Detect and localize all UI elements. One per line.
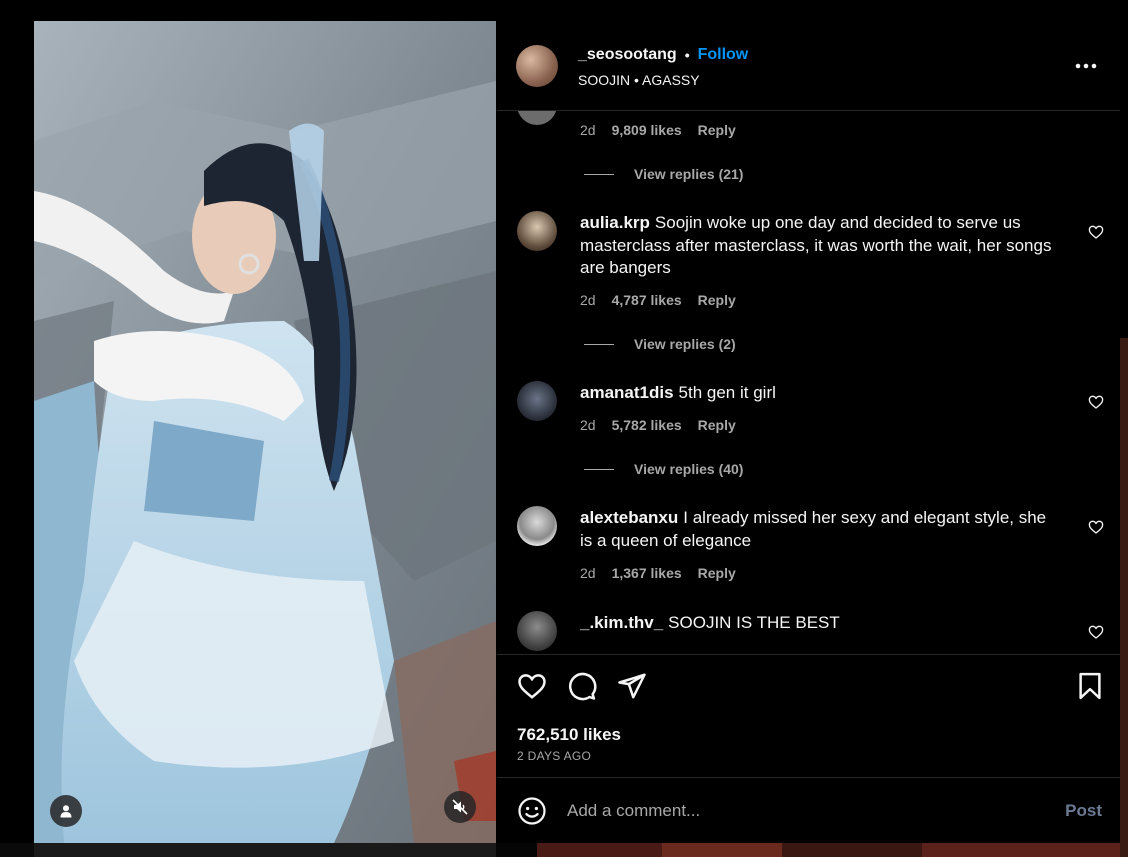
- comment-body: amanat1dis 5th gen it girl: [580, 382, 1060, 405]
- muted-speaker-icon: [452, 799, 468, 815]
- background-page-edge: [1120, 338, 1128, 857]
- commenter-username[interactable]: amanat1dis: [580, 383, 674, 402]
- mute-toggle-button[interactable]: [444, 791, 476, 823]
- post-likes-count[interactable]: 762,510 likes: [517, 725, 621, 745]
- commenter-avatar[interactable]: [517, 506, 557, 546]
- person-icon: [60, 805, 72, 818]
- commenter-avatar[interactable]: [517, 111, 557, 125]
- comments-list[interactable]: 2d 9,809 likes Reply View replies (21) a…: [497, 111, 1120, 654]
- comment-text: 5th gen it girl: [678, 383, 776, 402]
- replies-divider: [584, 343, 614, 345]
- comment-composer: Post: [497, 778, 1120, 843]
- view-replies-button[interactable]: View replies (21): [584, 166, 743, 182]
- share-send-icon[interactable]: [617, 671, 647, 701]
- tagged-people-button[interactable]: [50, 795, 82, 827]
- reply-button[interactable]: Reply: [698, 292, 736, 308]
- reply-button[interactable]: Reply: [698, 122, 736, 138]
- view-replies-button[interactable]: View replies (2): [584, 336, 736, 352]
- comment-likes[interactable]: 9,809 likes: [612, 122, 682, 138]
- replies-divider: [584, 173, 614, 175]
- view-replies-button[interactable]: View replies (40): [584, 461, 743, 477]
- post-header: _seosootang • Follow SOOJIN • AGASSY: [497, 21, 1120, 111]
- post-actions: 762,510 likes 2 DAYS AGO: [497, 654, 1120, 778]
- comment-text: Soojin woke up one day and decided to se…: [580, 213, 1052, 277]
- save-bookmark-icon[interactable]: [1075, 671, 1105, 701]
- like-comment-heart-icon[interactable]: [1088, 224, 1104, 240]
- author-line: _seosootang • Follow: [578, 46, 748, 64]
- like-comment-heart-icon[interactable]: [1088, 394, 1104, 410]
- commenter-username[interactable]: aulia.krp: [580, 213, 650, 232]
- comment-body: aulia.krp Soojin woke up one day and deci…: [580, 212, 1060, 280]
- reply-button[interactable]: Reply: [698, 417, 736, 433]
- comment-likes[interactable]: 1,367 likes: [612, 565, 682, 581]
- post-date: 2 DAYS AGO: [517, 749, 592, 763]
- audio-attribution[interactable]: SOOJIN • AGASSY: [578, 72, 700, 88]
- like-heart-icon[interactable]: [517, 671, 547, 701]
- comment-input[interactable]: [567, 796, 1017, 826]
- view-replies-label: View replies (40): [634, 461, 744, 477]
- comment-body: _.kim.thv_ SOOJIN IS THE BEST: [580, 612, 1060, 635]
- view-replies-label: View replies (21): [634, 166, 744, 182]
- comment-meta: 2d 4,787 likes Reply: [580, 292, 736, 308]
- comment-age: 2d: [580, 292, 596, 308]
- more-horizontal-icon: [1075, 63, 1097, 69]
- post-media[interactable]: [34, 21, 496, 843]
- commenter-avatar[interactable]: [517, 381, 557, 421]
- author-username[interactable]: _seosootang: [578, 46, 677, 64]
- dancer-video-frame: [34, 21, 496, 843]
- reply-button[interactable]: Reply: [698, 565, 736, 581]
- comment-likes[interactable]: 4,787 likes: [612, 292, 682, 308]
- view-replies-label: View replies (2): [634, 336, 736, 352]
- comment-text: SOOJIN IS THE BEST: [668, 613, 840, 632]
- comment-meta: 2d 5,782 likes Reply: [580, 417, 736, 433]
- follow-button[interactable]: Follow: [698, 46, 749, 64]
- commenter-username[interactable]: alextebanxu: [580, 508, 678, 527]
- like-comment-heart-icon[interactable]: [1088, 624, 1104, 640]
- like-comment-heart-icon[interactable]: [1088, 519, 1104, 535]
- separator-dot: •: [684, 47, 690, 63]
- comment-age: 2d: [580, 565, 596, 581]
- commenter-username[interactable]: _.kim.thv_: [580, 613, 663, 632]
- comment-meta: 2d 1,367 likes Reply: [580, 565, 736, 581]
- comment-age: 2d: [580, 122, 596, 138]
- comment-likes[interactable]: 5,782 likes: [612, 417, 682, 433]
- commenter-avatar[interactable]: [517, 611, 557, 651]
- background-page-strip: [0, 843, 1128, 857]
- more-options-button[interactable]: [1074, 54, 1098, 78]
- comment-body: alextebanxu I already missed her sexy and…: [580, 507, 1060, 552]
- emoji-icon[interactable]: [517, 796, 547, 826]
- post-comment-button[interactable]: Post: [1065, 801, 1102, 821]
- comment-bubble-icon[interactable]: [567, 671, 597, 701]
- comment-age: 2d: [580, 417, 596, 433]
- comment-meta: 2d 9,809 likes Reply: [580, 122, 736, 138]
- replies-divider: [584, 468, 614, 470]
- author-avatar[interactable]: [516, 45, 558, 87]
- commenter-avatar[interactable]: [517, 211, 557, 251]
- post-sidebar: _seosootang • Follow SOOJIN • AGASSY 2d …: [497, 21, 1120, 843]
